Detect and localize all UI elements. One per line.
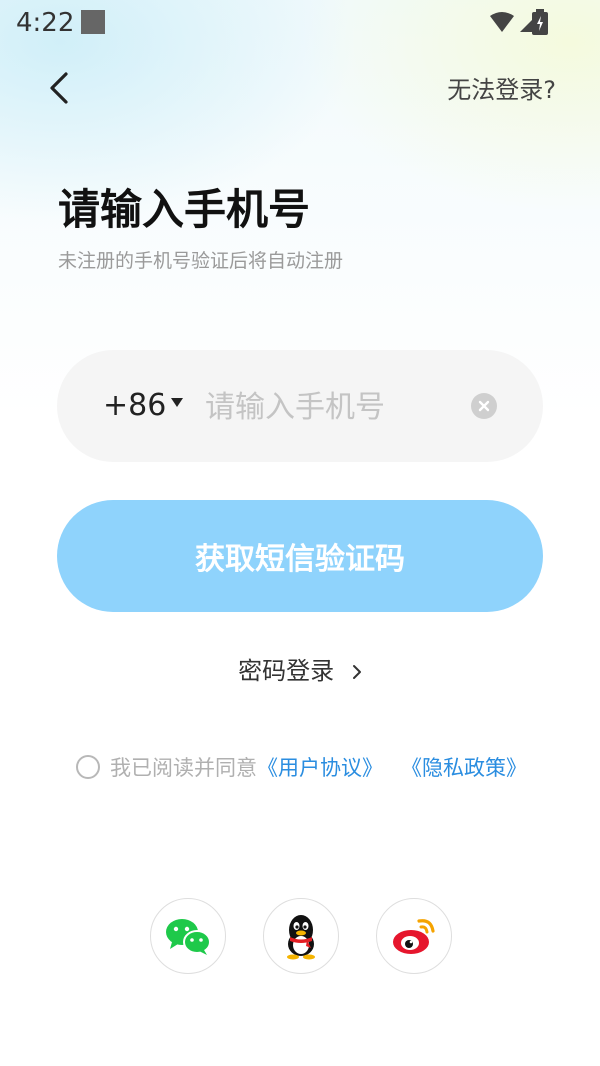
user-agreement-link[interactable]: 《用户协议》	[257, 752, 383, 782]
status-bar: 4:22	[0, 0, 600, 48]
weibo-login-button[interactable]	[376, 898, 452, 974]
wechat-icon	[166, 919, 211, 955]
agreement-prefix: 我已阅读并同意	[110, 756, 257, 780]
country-code-selector[interactable]: +86	[103, 388, 166, 423]
phone-input-group: +86	[57, 350, 543, 462]
privacy-policy-link[interactable]: 《隐私政策》	[401, 752, 527, 782]
page-subtitle: 未注册的手机号验证后将自动注册	[58, 250, 344, 272]
password-login-label: 密码登录	[238, 657, 335, 685]
password-login-link[interactable]: 密码登录	[0, 651, 600, 686]
chevron-right-icon	[352, 665, 361, 679]
notification-icon	[81, 10, 105, 34]
weibo-icon	[393, 919, 435, 954]
battery-icon	[532, 9, 548, 35]
wechat-login-button[interactable]	[150, 898, 226, 974]
agreement-row: 我已阅读并同意 《用户协议》 《隐私政策》	[76, 753, 527, 781]
cannot-login-link[interactable]: 无法登录?	[447, 70, 556, 105]
qq-login-button[interactable]	[263, 898, 339, 974]
agree-checkbox[interactable]	[76, 755, 100, 779]
back-button[interactable]	[44, 68, 80, 108]
chevron-left-icon	[50, 72, 68, 104]
page-title: 请输入手机号	[58, 185, 311, 234]
qq-icon	[287, 915, 315, 960]
get-sms-code-button[interactable]: 获取短信验证码	[57, 500, 543, 612]
clear-button[interactable]	[471, 393, 497, 419]
status-time: 4:22	[16, 8, 75, 38]
close-icon	[478, 400, 490, 412]
caret-down-icon[interactable]	[171, 398, 183, 407]
phone-input[interactable]	[203, 380, 467, 434]
